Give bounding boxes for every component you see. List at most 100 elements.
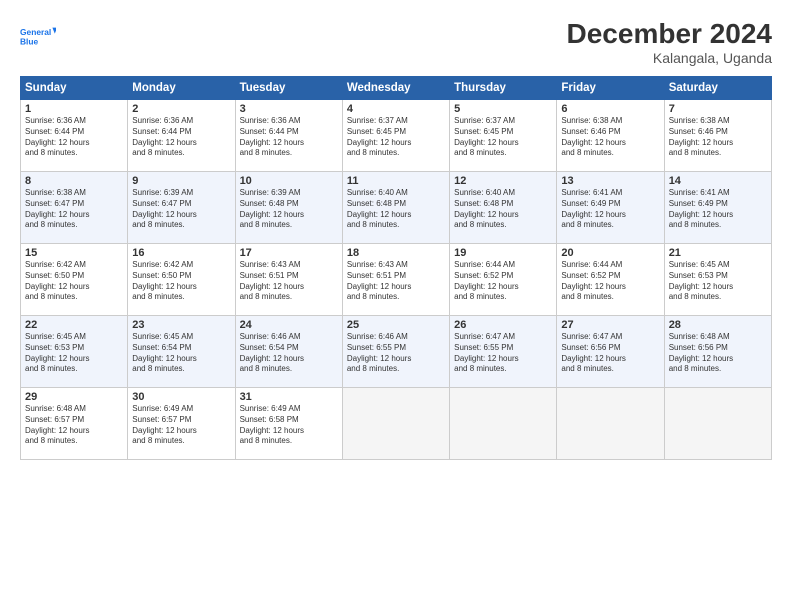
day-cell: 30Sunrise: 6:49 AM Sunset: 6:57 PM Dayli… [128, 388, 235, 460]
day-info: Sunrise: 6:36 AM Sunset: 6:44 PM Dayligh… [132, 116, 230, 159]
col-header-thursday: Thursday [450, 77, 557, 100]
day-info: Sunrise: 6:45 AM Sunset: 6:53 PM Dayligh… [669, 260, 767, 303]
col-header-tuesday: Tuesday [235, 77, 342, 100]
day-info: Sunrise: 6:42 AM Sunset: 6:50 PM Dayligh… [132, 260, 230, 303]
day-info: Sunrise: 6:47 AM Sunset: 6:56 PM Dayligh… [561, 332, 659, 375]
day-number: 15 [25, 247, 123, 259]
week-row-4: 22Sunrise: 6:45 AM Sunset: 6:53 PM Dayli… [21, 316, 772, 388]
day-cell: 20Sunrise: 6:44 AM Sunset: 6:52 PM Dayli… [557, 244, 664, 316]
day-cell: 28Sunrise: 6:48 AM Sunset: 6:56 PM Dayli… [664, 316, 771, 388]
day-number: 20 [561, 247, 659, 259]
week-row-1: 1Sunrise: 6:36 AM Sunset: 6:44 PM Daylig… [21, 100, 772, 172]
day-cell: 8Sunrise: 6:38 AM Sunset: 6:47 PM Daylig… [21, 172, 128, 244]
day-number: 8 [25, 175, 123, 187]
subtitle: Kalangala, Uganda [567, 50, 772, 66]
day-cell: 27Sunrise: 6:47 AM Sunset: 6:56 PM Dayli… [557, 316, 664, 388]
day-cell: 18Sunrise: 6:43 AM Sunset: 6:51 PM Dayli… [342, 244, 449, 316]
day-info: Sunrise: 6:41 AM Sunset: 6:49 PM Dayligh… [669, 188, 767, 231]
day-number: 7 [669, 103, 767, 115]
day-cell: 29Sunrise: 6:48 AM Sunset: 6:57 PM Dayli… [21, 388, 128, 460]
day-info: Sunrise: 6:49 AM Sunset: 6:58 PM Dayligh… [240, 404, 338, 447]
day-info: Sunrise: 6:38 AM Sunset: 6:46 PM Dayligh… [561, 116, 659, 159]
day-info: Sunrise: 6:45 AM Sunset: 6:54 PM Dayligh… [132, 332, 230, 375]
day-cell: 6Sunrise: 6:38 AM Sunset: 6:46 PM Daylig… [557, 100, 664, 172]
day-cell: 9Sunrise: 6:39 AM Sunset: 6:47 PM Daylig… [128, 172, 235, 244]
day-info: Sunrise: 6:44 AM Sunset: 6:52 PM Dayligh… [561, 260, 659, 303]
col-header-sunday: Sunday [21, 77, 128, 100]
day-number: 2 [132, 103, 230, 115]
day-info: Sunrise: 6:38 AM Sunset: 6:46 PM Dayligh… [669, 116, 767, 159]
header: General Blue December 2024 Kalangala, Ug… [20, 18, 772, 66]
day-cell: 24Sunrise: 6:46 AM Sunset: 6:54 PM Dayli… [235, 316, 342, 388]
main-title: December 2024 [567, 18, 772, 50]
day-number: 29 [25, 391, 123, 403]
day-cell: 10Sunrise: 6:39 AM Sunset: 6:48 PM Dayli… [235, 172, 342, 244]
day-info: Sunrise: 6:39 AM Sunset: 6:47 PM Dayligh… [132, 188, 230, 231]
day-cell: 25Sunrise: 6:46 AM Sunset: 6:55 PM Dayli… [342, 316, 449, 388]
day-info: Sunrise: 6:37 AM Sunset: 6:45 PM Dayligh… [454, 116, 552, 159]
day-cell [557, 388, 664, 460]
day-cell: 14Sunrise: 6:41 AM Sunset: 6:49 PM Dayli… [664, 172, 771, 244]
col-header-saturday: Saturday [664, 77, 771, 100]
day-cell: 1Sunrise: 6:36 AM Sunset: 6:44 PM Daylig… [21, 100, 128, 172]
week-row-5: 29Sunrise: 6:48 AM Sunset: 6:57 PM Dayli… [21, 388, 772, 460]
day-cell: 2Sunrise: 6:36 AM Sunset: 6:44 PM Daylig… [128, 100, 235, 172]
day-info: Sunrise: 6:48 AM Sunset: 6:57 PM Dayligh… [25, 404, 123, 447]
week-row-2: 8Sunrise: 6:38 AM Sunset: 6:47 PM Daylig… [21, 172, 772, 244]
calendar-table: SundayMondayTuesdayWednesdayThursdayFrid… [20, 76, 772, 460]
day-number: 13 [561, 175, 659, 187]
day-cell: 4Sunrise: 6:37 AM Sunset: 6:45 PM Daylig… [342, 100, 449, 172]
day-info: Sunrise: 6:45 AM Sunset: 6:53 PM Dayligh… [25, 332, 123, 375]
page: General Blue December 2024 Kalangala, Ug… [0, 0, 792, 612]
day-info: Sunrise: 6:36 AM Sunset: 6:44 PM Dayligh… [25, 116, 123, 159]
logo-svg: General Blue [20, 18, 56, 54]
day-number: 27 [561, 319, 659, 331]
day-number: 21 [669, 247, 767, 259]
day-cell: 16Sunrise: 6:42 AM Sunset: 6:50 PM Dayli… [128, 244, 235, 316]
day-cell: 5Sunrise: 6:37 AM Sunset: 6:45 PM Daylig… [450, 100, 557, 172]
day-cell: 7Sunrise: 6:38 AM Sunset: 6:46 PM Daylig… [664, 100, 771, 172]
day-info: Sunrise: 6:46 AM Sunset: 6:54 PM Dayligh… [240, 332, 338, 375]
day-number: 24 [240, 319, 338, 331]
logo: General Blue [20, 18, 56, 54]
day-info: Sunrise: 6:48 AM Sunset: 6:56 PM Dayligh… [669, 332, 767, 375]
day-number: 10 [240, 175, 338, 187]
day-number: 30 [132, 391, 230, 403]
day-number: 14 [669, 175, 767, 187]
day-cell: 31Sunrise: 6:49 AM Sunset: 6:58 PM Dayli… [235, 388, 342, 460]
day-info: Sunrise: 6:40 AM Sunset: 6:48 PM Dayligh… [454, 188, 552, 231]
day-number: 9 [132, 175, 230, 187]
header-row: SundayMondayTuesdayWednesdayThursdayFrid… [21, 77, 772, 100]
day-cell: 26Sunrise: 6:47 AM Sunset: 6:55 PM Dayli… [450, 316, 557, 388]
day-number: 1 [25, 103, 123, 115]
day-info: Sunrise: 6:47 AM Sunset: 6:55 PM Dayligh… [454, 332, 552, 375]
day-info: Sunrise: 6:41 AM Sunset: 6:49 PM Dayligh… [561, 188, 659, 231]
day-number: 16 [132, 247, 230, 259]
day-cell: 19Sunrise: 6:44 AM Sunset: 6:52 PM Dayli… [450, 244, 557, 316]
day-info: Sunrise: 6:38 AM Sunset: 6:47 PM Dayligh… [25, 188, 123, 231]
day-cell: 23Sunrise: 6:45 AM Sunset: 6:54 PM Dayli… [128, 316, 235, 388]
day-info: Sunrise: 6:43 AM Sunset: 6:51 PM Dayligh… [347, 260, 445, 303]
day-number: 11 [347, 175, 445, 187]
day-cell: 17Sunrise: 6:43 AM Sunset: 6:51 PM Dayli… [235, 244, 342, 316]
svg-text:Blue: Blue [20, 36, 39, 46]
day-info: Sunrise: 6:39 AM Sunset: 6:48 PM Dayligh… [240, 188, 338, 231]
day-cell: 21Sunrise: 6:45 AM Sunset: 6:53 PM Dayli… [664, 244, 771, 316]
day-number: 19 [454, 247, 552, 259]
day-cell: 15Sunrise: 6:42 AM Sunset: 6:50 PM Dayli… [21, 244, 128, 316]
day-cell: 11Sunrise: 6:40 AM Sunset: 6:48 PM Dayli… [342, 172, 449, 244]
day-info: Sunrise: 6:43 AM Sunset: 6:51 PM Dayligh… [240, 260, 338, 303]
day-info: Sunrise: 6:40 AM Sunset: 6:48 PM Dayligh… [347, 188, 445, 231]
day-number: 28 [669, 319, 767, 331]
day-cell: 3Sunrise: 6:36 AM Sunset: 6:44 PM Daylig… [235, 100, 342, 172]
svg-text:General: General [20, 27, 51, 37]
day-number: 23 [132, 319, 230, 331]
day-info: Sunrise: 6:44 AM Sunset: 6:52 PM Dayligh… [454, 260, 552, 303]
day-number: 18 [347, 247, 445, 259]
day-number: 26 [454, 319, 552, 331]
day-number: 22 [25, 319, 123, 331]
day-number: 5 [454, 103, 552, 115]
title-block: December 2024 Kalangala, Uganda [567, 18, 772, 66]
day-info: Sunrise: 6:42 AM Sunset: 6:50 PM Dayligh… [25, 260, 123, 303]
day-cell: 22Sunrise: 6:45 AM Sunset: 6:53 PM Dayli… [21, 316, 128, 388]
